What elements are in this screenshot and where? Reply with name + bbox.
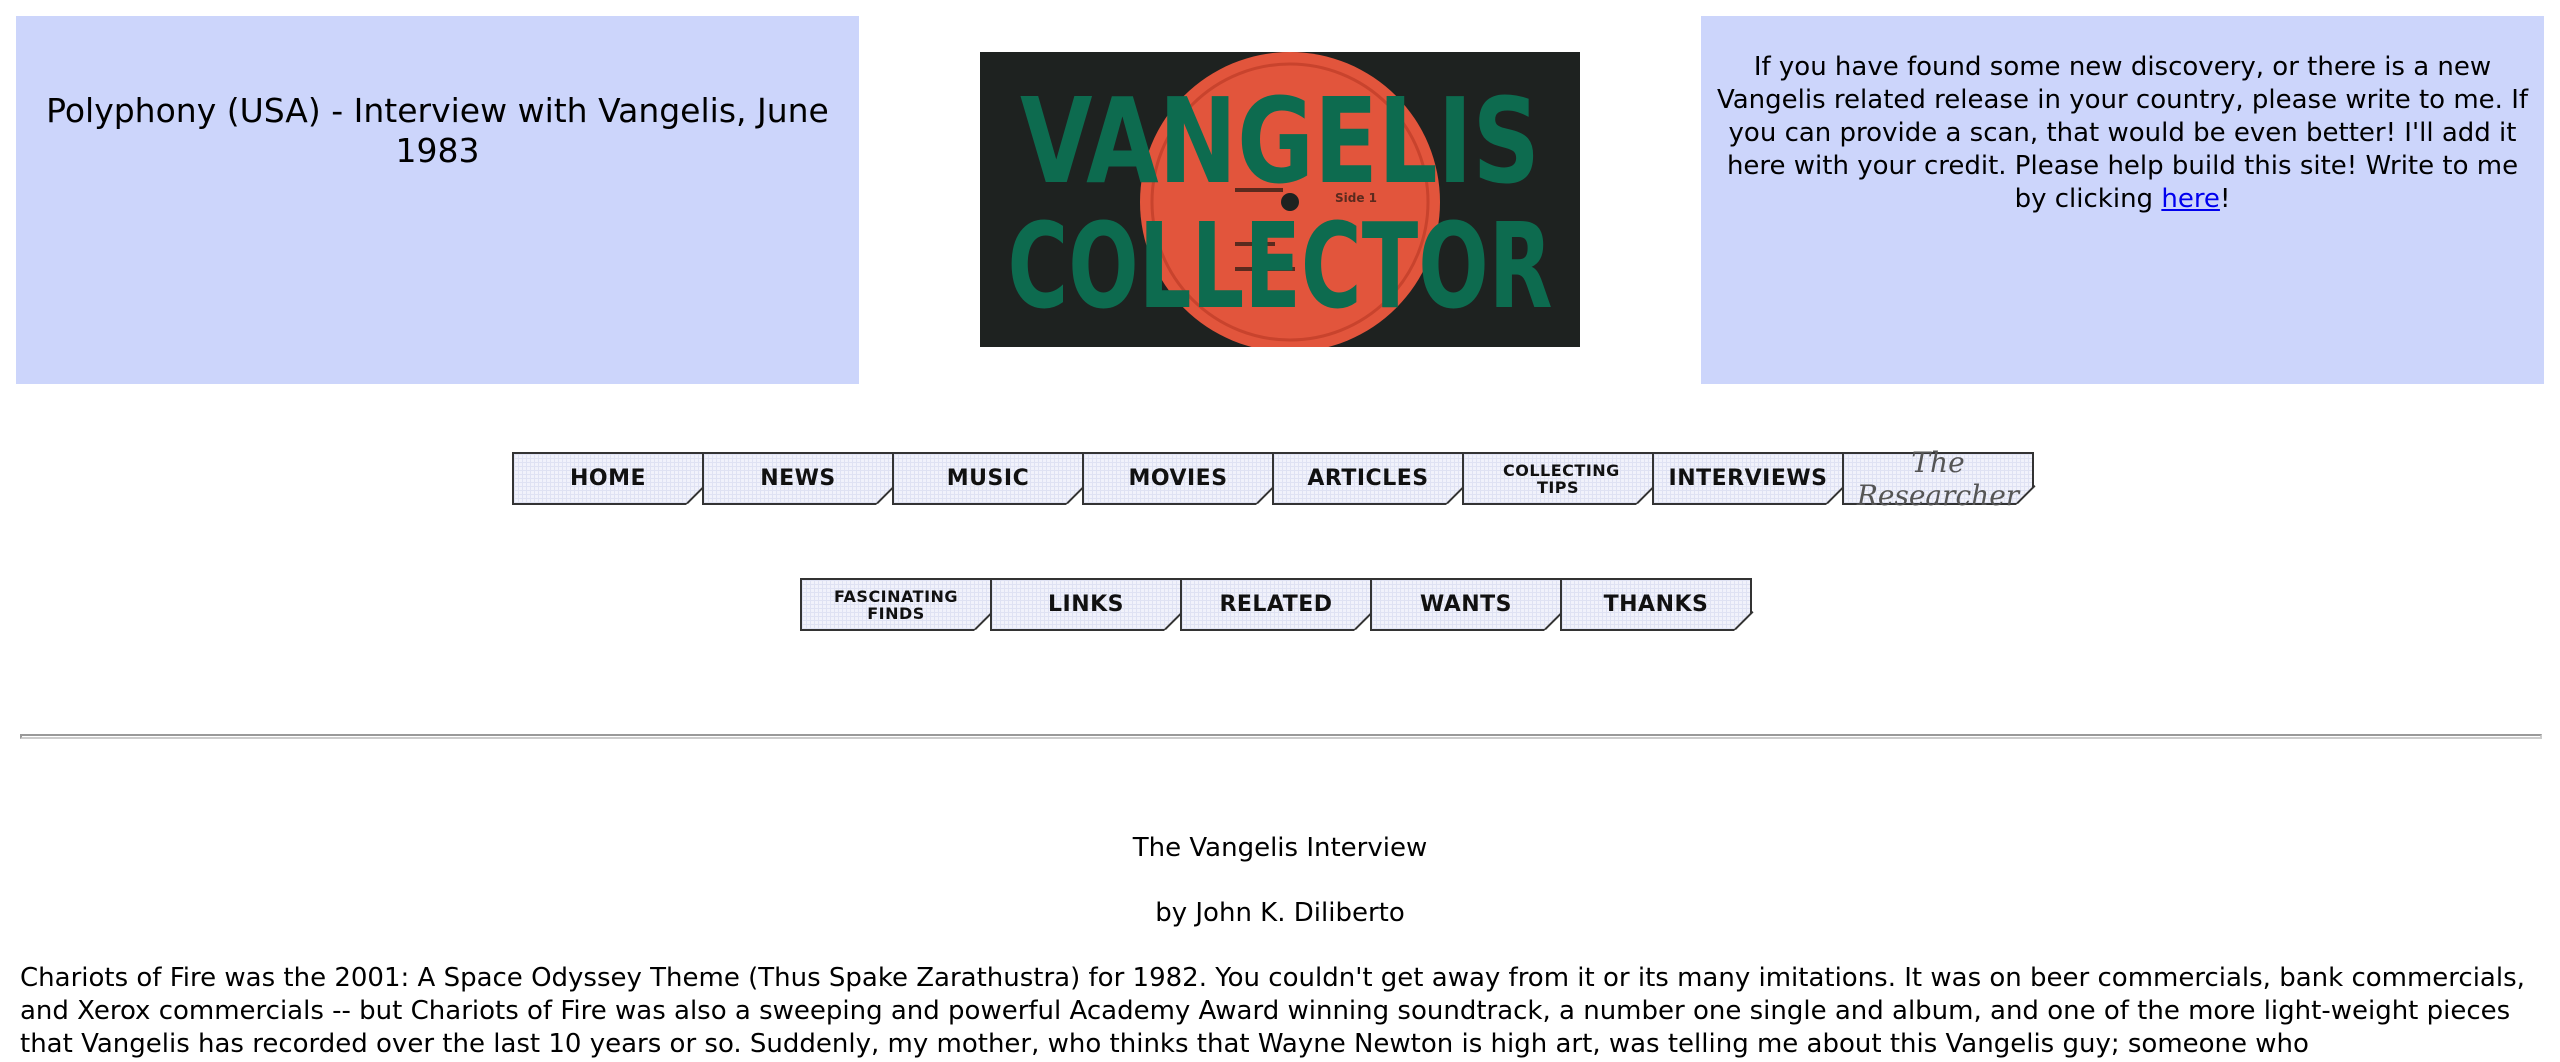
vangelis-collector-logo[interactable]: Side 1 VANGELIS COLLECTOR	[980, 52, 1580, 347]
notice-text: If you have found some new discovery, or…	[1716, 52, 2529, 214]
page-title: Polyphony (USA) - Interview with Vangeli…	[46, 91, 829, 170]
nav-interviews-button[interactable]: INTERVIEWS	[1652, 452, 1846, 505]
title-panel: Polyphony (USA) - Interview with Vangeli…	[16, 16, 859, 384]
contact-link[interactable]: here	[2161, 184, 2220, 214]
contribution-notice: If you have found some new discovery, or…	[1711, 51, 2534, 216]
nav-music-button[interactable]: MUSIC	[892, 452, 1086, 505]
nav-researcher-button[interactable]: The Researcher	[1842, 446, 2036, 512]
logo-graphic: Side 1 VANGELIS COLLECTOR	[1008, 52, 1553, 347]
horizontal-divider	[20, 734, 2542, 739]
nav-articles-button[interactable]: ARTICLES	[1272, 452, 1466, 505]
logo-line-1: VANGELIS	[1020, 72, 1540, 210]
nav-fascinating-finds-button[interactable]: FASCINATING FINDS	[800, 578, 994, 631]
notice-panel: If you have found some new discovery, or…	[1701, 16, 2544, 384]
nav-collecting-tips-button[interactable]: COLLECTING TIPS	[1462, 452, 1656, 505]
notice-text-end: !	[2219, 184, 2231, 214]
nav-movies-button[interactable]: MOVIES	[1082, 452, 1276, 505]
main-nav-row-1: HOME NEWS MUSIC MOVIES ARTICLES COLLECTI…	[512, 446, 2036, 512]
nav-news-button[interactable]: NEWS	[702, 452, 896, 505]
article-byline: by John K. Diliberto	[1155, 898, 1405, 928]
article-heading: The Vangelis Interview	[1132, 833, 1428, 863]
nav-thanks-button[interactable]: THANKS	[1560, 578, 1754, 631]
nav-links-button[interactable]: LINKS	[990, 578, 1184, 631]
nav-home-button[interactable]: HOME	[512, 452, 706, 505]
main-nav-row-2: FASCINATING FINDS LINKS RELATED WANTS TH…	[800, 578, 1754, 631]
article-body: Chariots of Fire was the 2001: A Space O…	[20, 963, 2525, 1059]
nav-wants-button[interactable]: WANTS	[1370, 578, 1564, 631]
logo-line-2: COLLECTOR	[1008, 197, 1553, 335]
nav-related-button[interactable]: RELATED	[1180, 578, 1374, 631]
